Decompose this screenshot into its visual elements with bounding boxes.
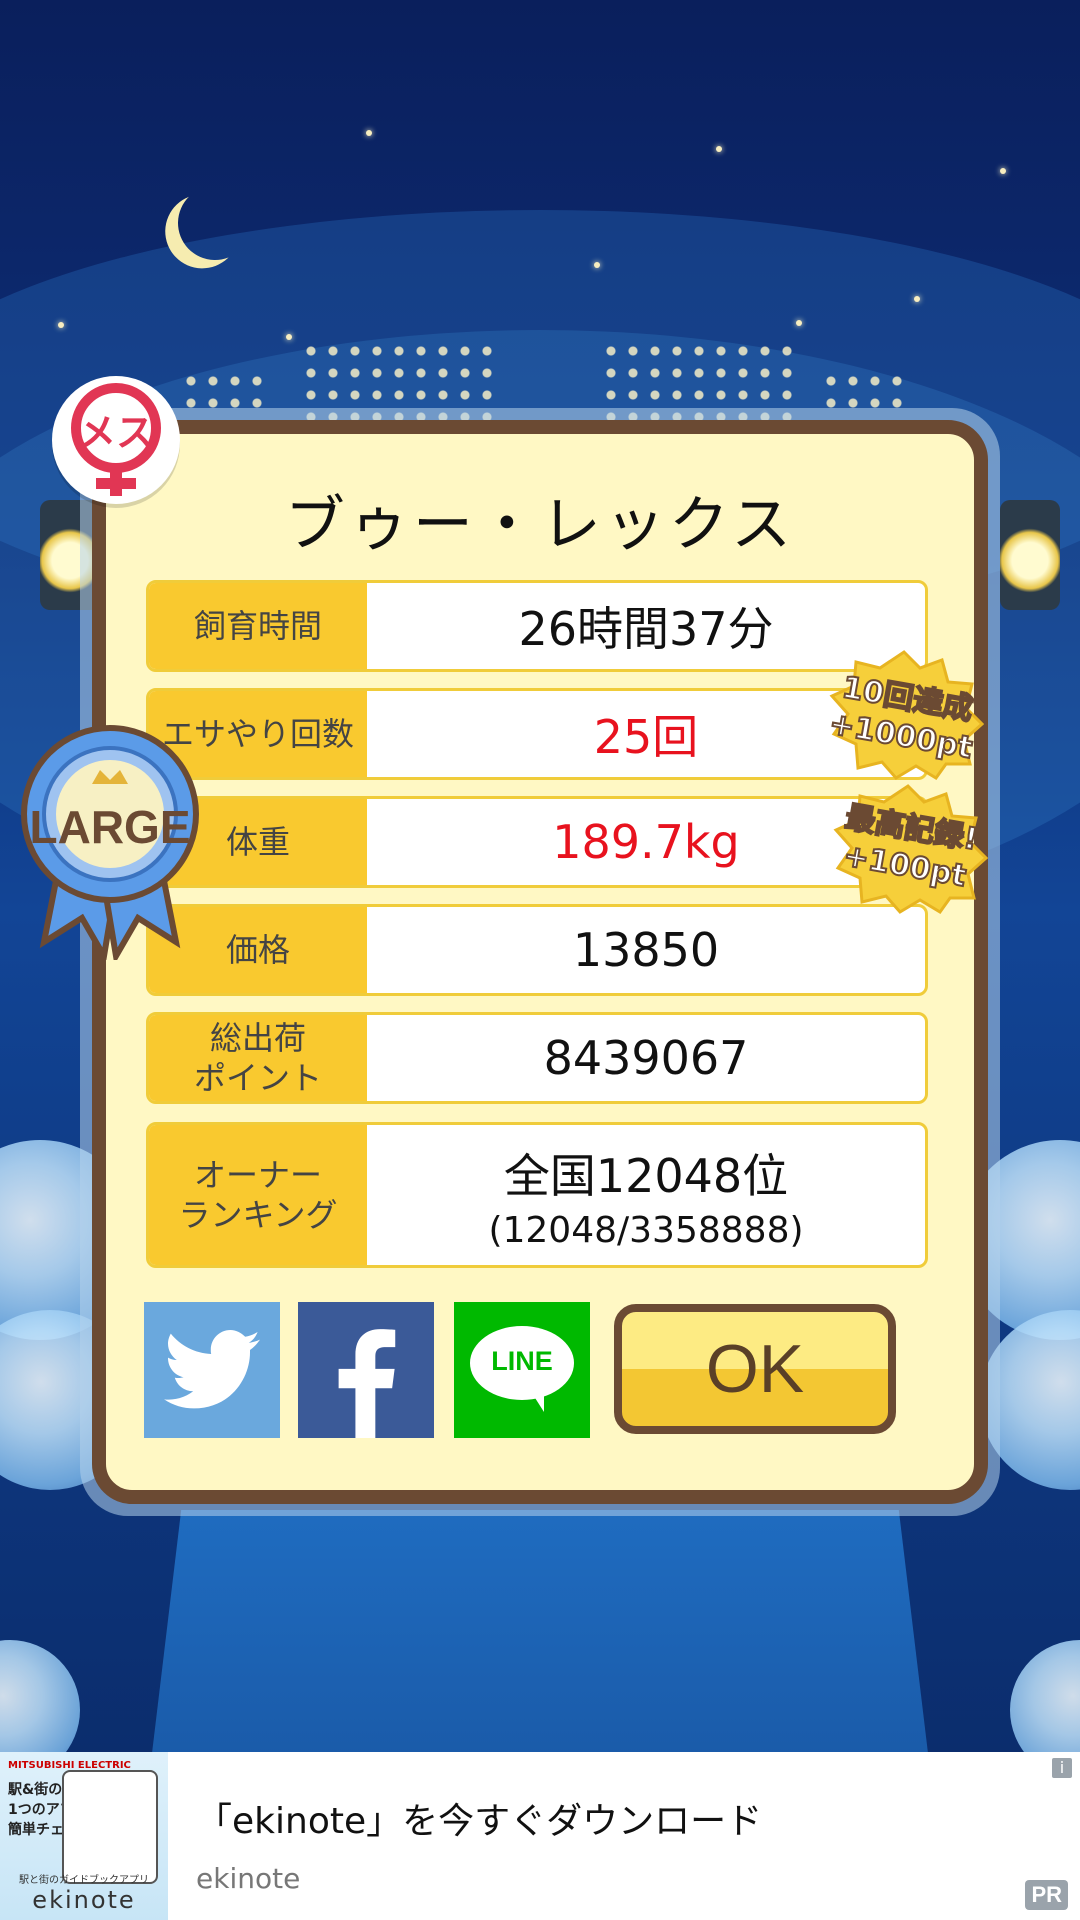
- ad-pr-badge: PR: [1025, 1880, 1068, 1910]
- stat-row-price: 価格 13850: [146, 904, 928, 996]
- phone-illustration: [62, 1770, 158, 1884]
- female-badge: メス: [52, 376, 180, 504]
- ad-advertiser: ekinote: [196, 1862, 301, 1895]
- ad-thumb-line: 駅と街のガイドブックアプリ: [19, 1875, 149, 1886]
- star-icon: [366, 130, 372, 136]
- star-icon: [286, 334, 292, 340]
- ok-button[interactable]: OK: [614, 1304, 896, 1434]
- stat-row-weight: 体重 189.7kg: [146, 796, 928, 888]
- star-icon: [1000, 168, 1006, 174]
- stat-value: 8439067: [543, 1031, 749, 1085]
- light-ball: [1010, 1640, 1080, 1752]
- twitter-share-button[interactable]: [144, 1302, 280, 1438]
- ad-thumb-brand: ekinote: [32, 1886, 136, 1914]
- facebook-share-button[interactable]: [298, 1302, 434, 1438]
- line-label: LINE: [491, 1346, 553, 1376]
- stat-label: 総出荷 ポイント: [149, 1015, 367, 1101]
- bonus-badge-feed: 10回達成 +1000pt: [824, 650, 985, 780]
- line-bubble-icon: LINE: [470, 1326, 574, 1414]
- ad-banner[interactable]: MITSUBISHI ELECTRIC 駅&街の情報を 1つのアプリで、 簡単チ…: [0, 1752, 1080, 1920]
- size-ribbon: LARGE: [20, 720, 200, 965]
- ad-info-icon[interactable]: i: [1052, 1758, 1072, 1778]
- light-ball: [0, 1640, 80, 1752]
- star-icon: [58, 322, 64, 328]
- star-icon: [594, 262, 600, 268]
- stat-row-owner-ranking: オーナー ランキング 全国12048位 (12048/3358888): [146, 1122, 928, 1268]
- stat-row-breeding-time: 飼育時間 26時間37分: [146, 580, 928, 672]
- line-share-button[interactable]: LINE: [454, 1302, 590, 1438]
- ranking-detail: (12048/3358888): [488, 1209, 804, 1251]
- stat-label: 飼育時間: [149, 583, 367, 669]
- star-icon: [796, 320, 802, 326]
- star-icon: [914, 296, 920, 302]
- bonus-badge-weight-record: 最高記録! +100pt: [828, 784, 989, 914]
- stat-row-feed-count: エサやり回数 25回: [146, 688, 928, 780]
- twitter-bird-icon: [164, 1330, 260, 1409]
- lamp-icon: [1000, 500, 1060, 610]
- stat-value: 13850: [572, 923, 720, 977]
- sex-label: メス: [77, 411, 154, 455]
- path: [150, 1510, 930, 1752]
- ad-thumbnail[interactable]: MITSUBISHI ELECTRIC 駅&街の情報を 1つのアプリで、 簡単チ…: [0, 1752, 168, 1920]
- facebook-f-icon: [338, 1329, 396, 1438]
- stat-value-group: 全国12048位 (12048/3358888): [367, 1125, 925, 1265]
- ad-title[interactable]: 「ekinote」を今すぐダウンロード: [196, 1792, 762, 1844]
- ranking-value: 全国12048位: [503, 1148, 789, 1203]
- size-label: LARGE: [29, 801, 191, 853]
- pet-name: ブゥー・レックス: [284, 490, 796, 560]
- stat-label: オーナー ランキング: [149, 1125, 367, 1265]
- stat-row-total-shipping-points: 総出荷 ポイント 8439067: [146, 1012, 928, 1104]
- star-icon: [716, 146, 722, 152]
